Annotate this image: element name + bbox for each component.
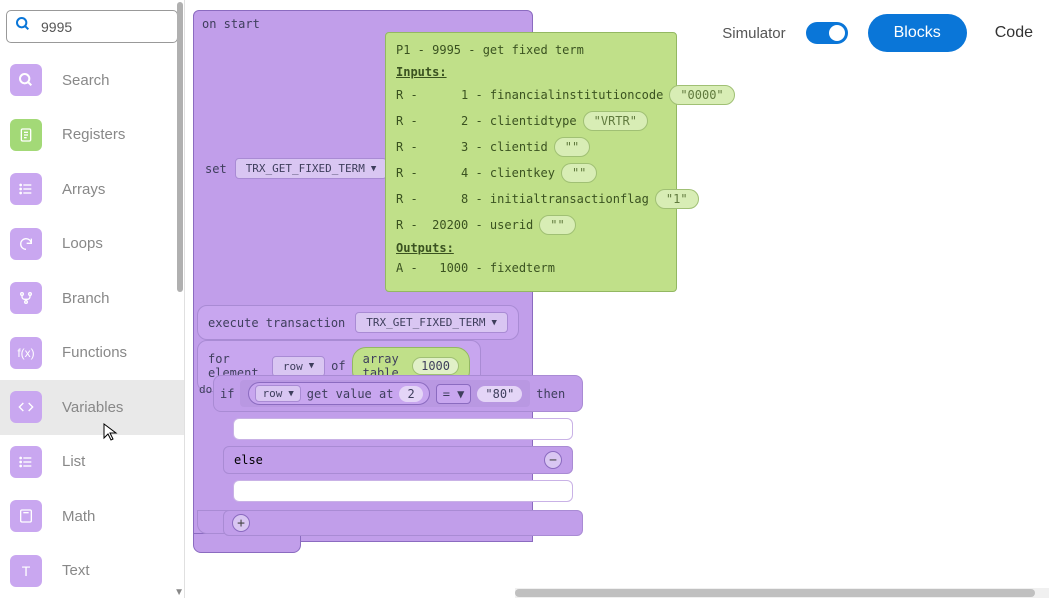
input-row: R - 8 - initialtransactionflag"1" [396,189,666,209]
text-icon: T [10,555,42,587]
input-value[interactable]: "" [561,163,597,183]
top-controls: Simulator Blocks Code [722,14,1041,52]
variable-name: TRX_GET_FIXED_TERM [246,162,365,175]
input-row: R - 1 - financialinstitutioncode"0000" [396,85,666,105]
list-icon [10,173,42,205]
of-keyword: of [331,359,345,373]
category-label: Math [62,508,95,525]
category-label: List [62,453,85,470]
then-keyword: then [536,387,565,401]
category-variables[interactable]: Variables [0,380,184,434]
search-box[interactable] [6,10,178,43]
index-value[interactable]: 2 [399,386,422,402]
transaction-title: P1 - 9995 - get fixed term [396,43,666,57]
chevron-down-icon: ▼ [288,389,293,399]
operator-dropdown[interactable]: = ▼ [436,384,472,404]
input-row: R - 3 - clientid"" [396,137,666,157]
then-body-slot[interactable] [233,418,573,440]
category-math[interactable]: Math [0,489,184,543]
category-label: Variables [62,399,123,416]
input-row: R - 4 - clientkey"" [396,163,666,183]
execute-var-dropdown[interactable]: TRX_GET_FIXED_TERM ▼ [355,312,508,333]
simulator-label: Simulator [722,25,785,42]
branch-icon [10,282,42,314]
category-label: Arrays [62,181,105,198]
compare-value[interactable]: "80" [477,386,522,402]
category-label: Text [62,562,90,579]
calculator-icon [10,500,42,532]
loop-var-dropdown[interactable]: row▼ [272,356,325,377]
category-functions[interactable]: f(x) Functions [0,326,184,380]
if-keyword: if [220,387,234,401]
else-keyword: else [234,453,263,467]
category-label: Loops [62,235,103,252]
category-loops[interactable]: Loops [0,217,184,271]
search-input[interactable] [41,19,185,35]
chevron-down-icon: ▼ [309,361,314,371]
on-start-end [193,533,301,553]
add-branch-button[interactable]: + [232,514,250,532]
chevron-down-icon: ▼ [371,164,376,174]
simulator-toggle[interactable] [806,22,848,44]
category-list[interactable]: List [0,435,184,489]
if-else-block[interactable]: do if row▼ get value at 2 = ▼ "80" then … [213,375,593,536]
code-icon [10,391,42,423]
function-icon: f(x) [10,337,42,369]
category-label: Branch [62,290,110,307]
blocks-button[interactable]: Blocks [868,14,967,52]
input-value[interactable]: "" [554,137,590,157]
chevron-down-icon: ▼ [457,387,464,401]
row-var-dropdown[interactable]: row▼ [255,385,300,402]
input-value[interactable]: "VRTR" [583,111,648,131]
output-row: A - 1000 - fixedterm [396,261,666,275]
sidebar: Search Registers Arrays Loops Branch f(x… [0,0,185,598]
document-icon [10,119,42,151]
search-icon [15,16,31,37]
category-text[interactable]: T Text [0,544,184,598]
outputs-header: Outputs: [396,241,666,255]
scrollbar-thumb[interactable] [177,2,183,292]
category-label: Registers [62,126,125,143]
variable-dropdown[interactable]: TRX_GET_FIXED_TERM ▼ [235,158,388,179]
execute-label: execute transaction [208,316,345,330]
condition-hex[interactable]: row▼ get value at 2 = ▼ "80" [240,380,530,407]
sidebar-scrollbar[interactable]: ▼ [176,0,184,598]
get-value-pill[interactable]: row▼ get value at 2 [248,382,429,405]
input-value[interactable]: "1" [655,189,699,209]
input-row: R - 20200 - userid"" [396,215,666,235]
code-button[interactable]: Code [987,14,1041,52]
do-label: do [199,383,212,396]
remove-else-button[interactable]: − [544,451,562,469]
bullets-icon [10,446,42,478]
search-icon [10,64,42,96]
category-label: Functions [62,344,127,361]
set-keyword: set [205,162,227,176]
category-branch[interactable]: Branch [0,271,184,325]
if-row[interactable]: if row▼ get value at 2 = ▼ "80" then [213,375,583,412]
input-value[interactable]: "0000" [669,85,734,105]
array-table-index[interactable]: 1000 [412,357,459,375]
category-label: Search [62,72,110,89]
transaction-config-block[interactable]: P1 - 9995 - get fixed term Inputs: R - 1… [385,32,677,292]
horizontal-scrollbar[interactable] [515,588,1049,598]
loop-icon [10,228,42,260]
category-search[interactable]: Search [0,53,184,107]
block-canvas[interactable]: on start set TRX_GET_FIXED_TERM ▼ to P1 … [185,0,1049,598]
execute-transaction-block[interactable]: execute transaction TRX_GET_FIXED_TERM ▼ [197,305,519,340]
on-start-label: on start [202,17,524,31]
category-arrays[interactable]: Arrays [0,162,184,216]
else-row[interactable]: else − [223,446,573,474]
chevron-down-icon: ▼ [492,318,497,328]
if-footer: + [223,510,583,536]
category-registers[interactable]: Registers [0,108,184,162]
input-value[interactable]: "" [539,215,575,235]
scrollbar-thumb[interactable] [515,589,1035,597]
chevron-down-icon[interactable]: ▼ [174,587,184,598]
inputs-header: Inputs: [396,65,666,79]
input-row: R - 2 - clientidtype"VRTR" [396,111,666,131]
else-body-slot[interactable] [233,480,573,502]
